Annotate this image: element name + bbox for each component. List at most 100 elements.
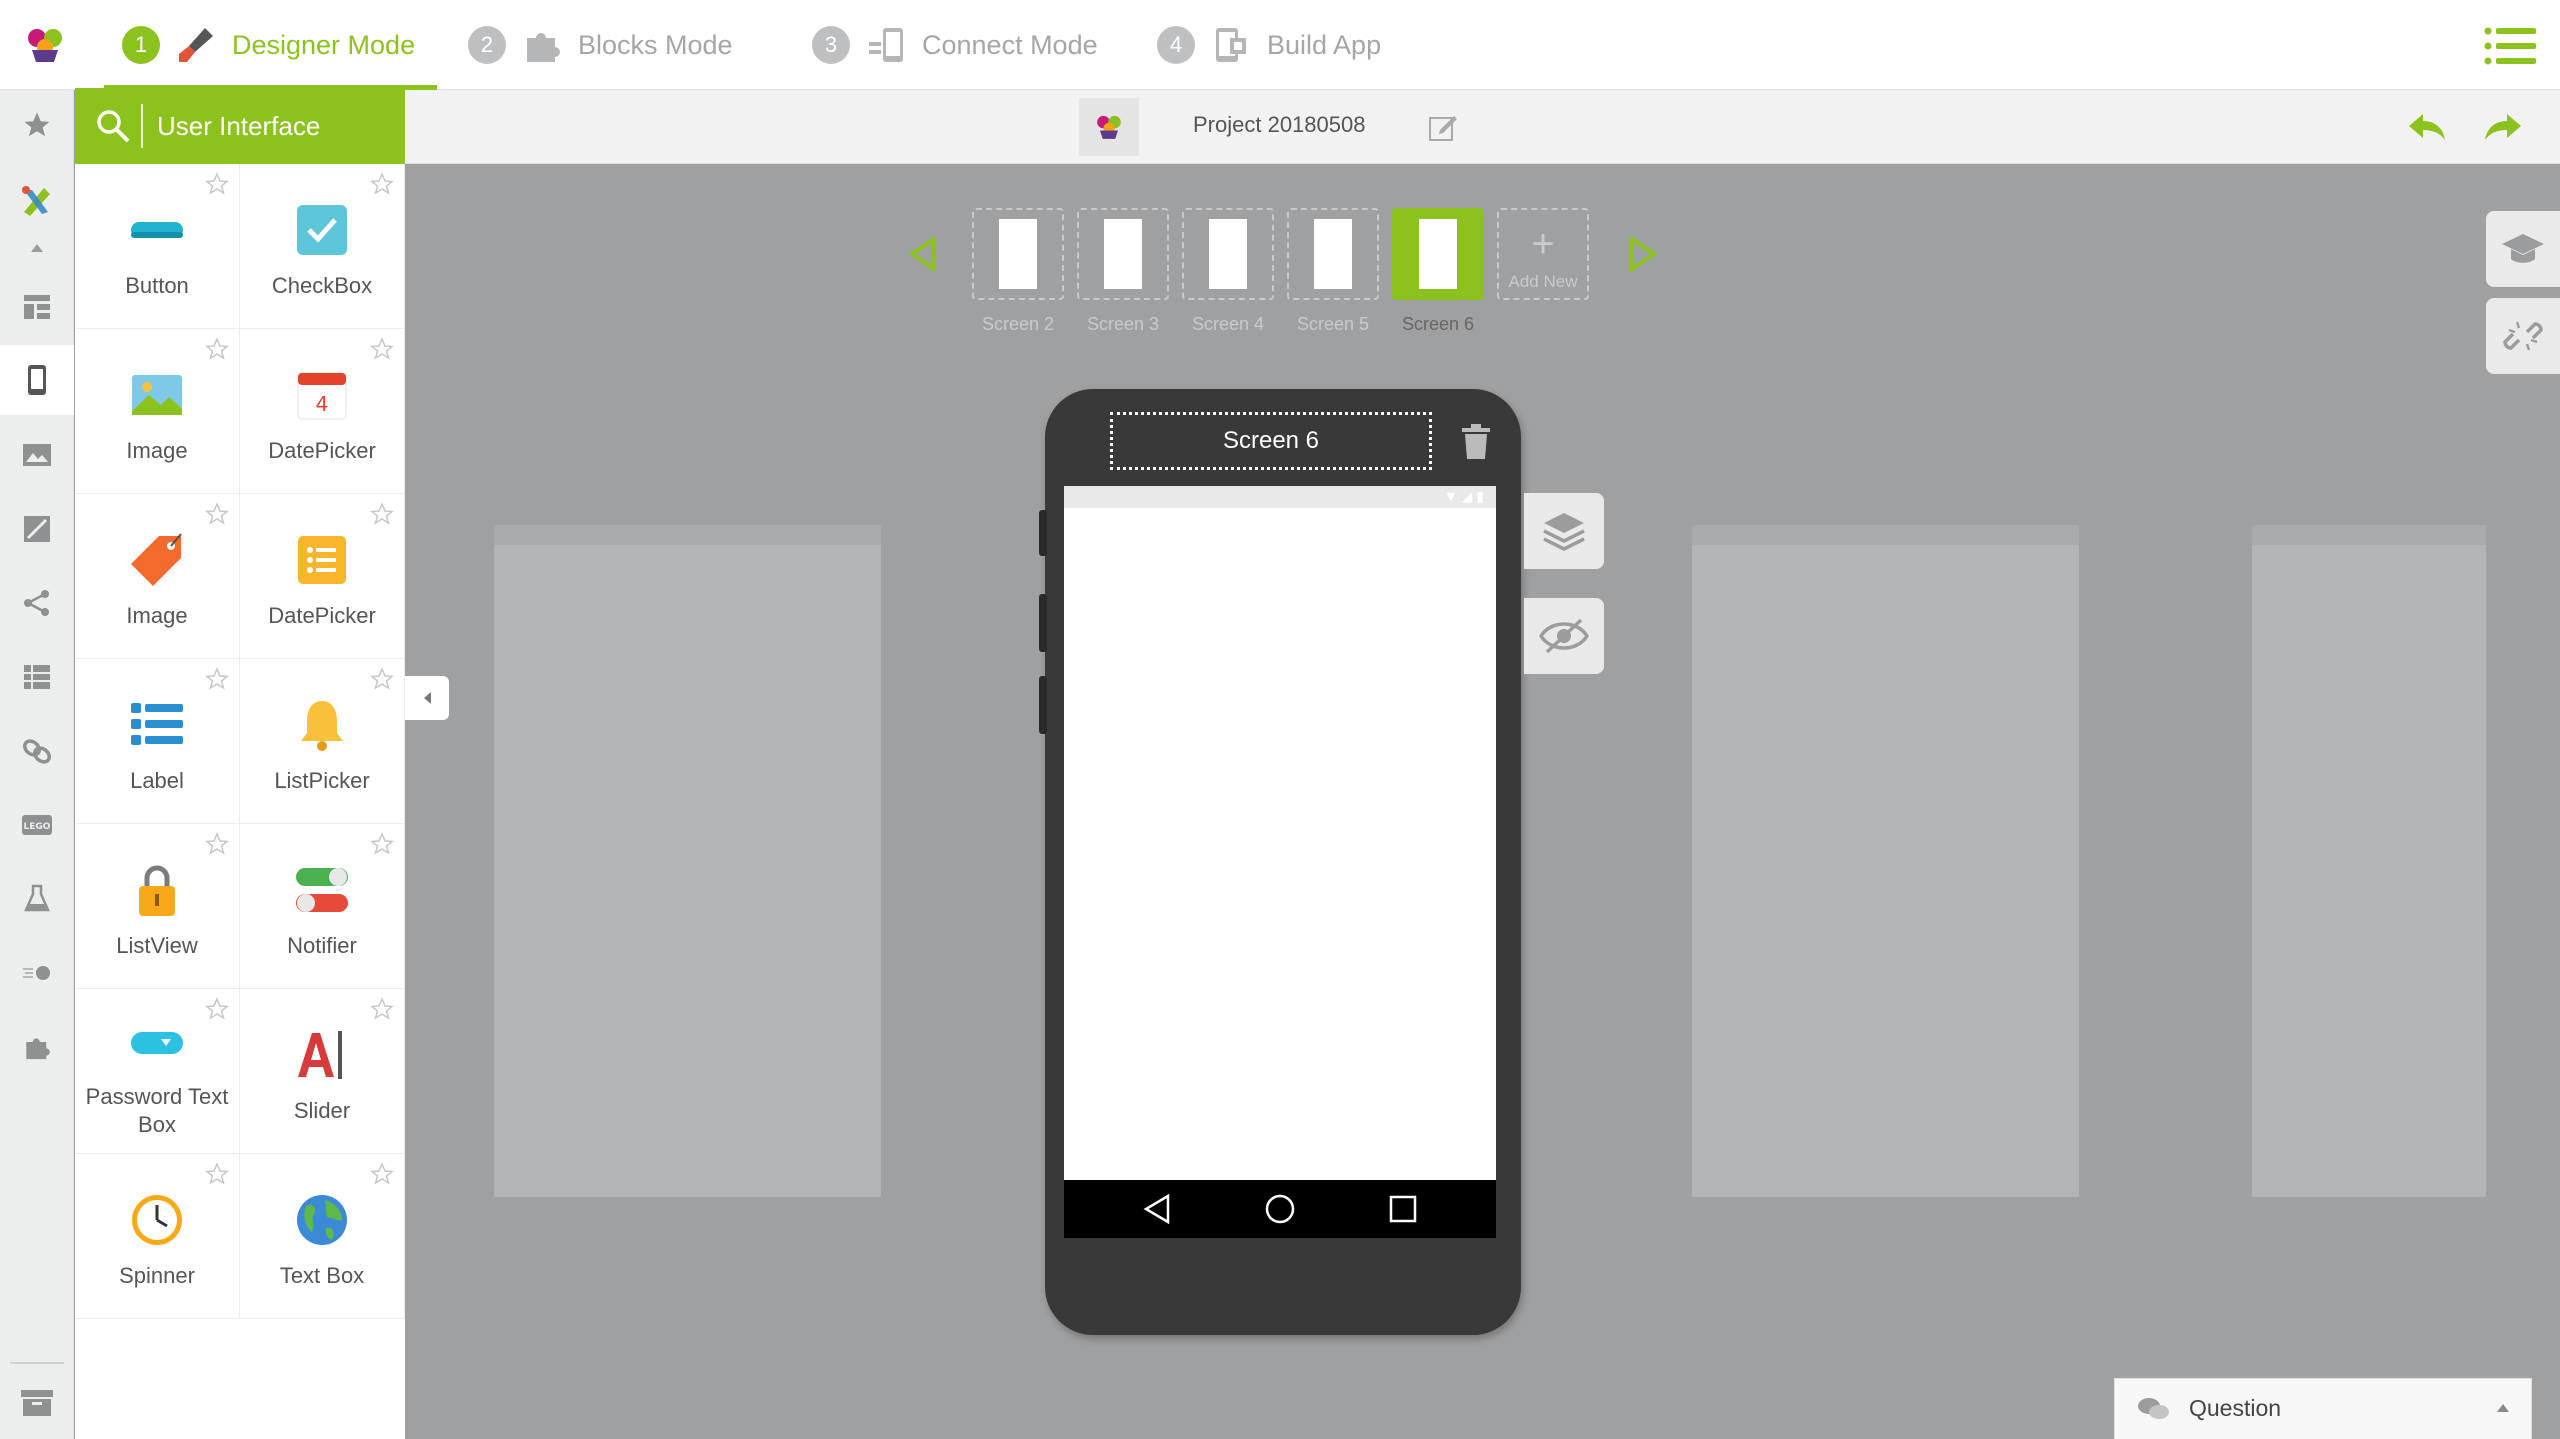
tab-connect-mode[interactable]: 3 Connect Mode [812,0,1098,90]
media-image-icon[interactable] [0,420,74,490]
favorite-star-icon[interactable] [370,337,394,361]
favorite-star-icon[interactable] [205,1162,229,1186]
step-number: 1 [122,26,160,64]
connectivity-link-icon[interactable] [0,716,74,786]
palette-item-label: Notifier [287,933,357,958]
tab-designer-mode[interactable]: 1 Designer Mode [104,0,438,90]
experimental-flask-icon[interactable] [0,864,74,934]
favorite-star-icon[interactable] [205,997,229,1021]
add-new-screen-button[interactable]: + Add New [1497,208,1589,300]
back-triangle-icon[interactable] [1140,1192,1174,1226]
screen-design-canvas[interactable] [1064,508,1496,1180]
favorite-star-icon[interactable] [370,832,394,856]
menu-list-icon[interactable] [2484,26,2536,66]
palette-header: User Interface [75,88,405,164]
adjacent-screen-preview-left[interactable] [494,525,881,1197]
social-share-icon[interactable] [0,568,74,638]
palette-item-button[interactable]: Button [75,164,240,329]
tab-build-app[interactable]: 4 Build App [1157,0,1381,90]
scroll-up-caret-icon[interactable] [0,228,74,268]
app-logo-icon[interactable] [22,22,68,68]
list-note-icon [298,536,346,584]
project-icon[interactable] [1079,98,1139,156]
screen-thumbnail-5[interactable] [1287,208,1379,300]
palette-item-spinner[interactable]: Spinner [75,1154,240,1319]
project-name: Project 20180508 [1193,112,1366,137]
screen-page-preview [999,219,1037,289]
drawing-canvas-icon[interactable] [0,494,74,564]
favorite-star-icon[interactable] [370,502,394,526]
palette-item-listview[interactable]: ListView [75,824,240,989]
palette-item-image-2[interactable]: Image [75,494,240,659]
palette-item-datepicker-2[interactable]: DatePicker [240,494,405,659]
phone-status-bar: ▼ ◢ ▮ [1064,486,1496,508]
archive-box-icon[interactable] [0,1368,74,1438]
graduation-cap-icon [2502,234,2544,263]
button-icon [131,222,183,238]
palette-item-listpicker[interactable]: ListPicker [240,659,405,824]
palette-item-password-text-box[interactable]: Password Text Box [75,989,240,1154]
user-interface-phone-icon[interactable] [0,345,74,415]
phone-side-button [1039,594,1047,652]
caret-up-icon [2497,1404,2509,1412]
layout-icon[interactable] [0,272,74,342]
favorite-star-icon[interactable] [205,337,229,361]
tutorial-button[interactable] [2486,211,2560,287]
palette-item-slider[interactable]: Slider [240,989,405,1154]
next-screen-arrow-icon[interactable] [1628,236,1658,272]
mode-label: Build App [1267,29,1382,60]
screen-thumbnail-3[interactable] [1077,208,1169,300]
toggle-hidden-components-button[interactable] [1524,598,1604,674]
palette-item-notifier[interactable]: Notifier [240,824,405,989]
favorite-star-icon[interactable] [370,667,394,691]
screen-page-preview [1419,219,1457,289]
collapse-palette-button[interactable] [405,676,449,720]
palette-item-label: Spinner [119,1263,195,1288]
favorite-star-icon[interactable] [205,172,229,196]
favorite-star-icon[interactable] [205,502,229,526]
screen-page-preview [1209,219,1247,289]
favorite-star-icon[interactable] [370,172,394,196]
label-icon [131,703,183,745]
adjacent-screen-preview-far-right[interactable] [2252,525,2486,1197]
previous-screen-arrow-icon[interactable] [908,236,938,272]
home-circle-icon[interactable] [1263,1192,1297,1226]
extension-dot-icon[interactable] [0,938,74,1008]
palette-item-text-box[interactable]: Text Box [240,1154,405,1319]
search-icon[interactable] [95,108,131,144]
plus-icon: + [1531,222,1555,266]
palette-item-datepicker[interactable]: 4 DatePicker [240,329,405,494]
storage-icon[interactable] [0,642,74,712]
favorite-star-icon[interactable] [205,667,229,691]
favorite-star-icon[interactable] [370,997,394,1021]
screen-thumbnail-6[interactable] [1392,208,1484,300]
share-link-button[interactable] [2486,298,2560,374]
designer-tools-icon[interactable] [0,166,74,236]
favorite-star-icon[interactable] [370,1162,394,1186]
palette-item-checkbox[interactable]: CheckBox [240,164,405,329]
redo-arrow-icon[interactable] [2483,110,2523,144]
lego-robot-icon[interactable]: LEGO [0,790,74,860]
favorite-star-icon[interactable] [205,832,229,856]
question-panel-toggle[interactable]: Question [2114,1378,2532,1439]
layers-button[interactable] [1524,493,1604,569]
screen-thumbnail-4[interactable] [1182,208,1274,300]
palette-item-image[interactable]: Image [75,329,240,494]
current-screen-name[interactable]: Screen 6 [1110,412,1432,470]
screen-thumbnail-2[interactable] [972,208,1064,300]
adjacent-screen-preview-right[interactable] [1692,525,2079,1197]
preview-status-bar [2252,525,2486,545]
recents-square-icon[interactable] [1386,1192,1420,1226]
palette-item-label[interactable]: Label [75,659,240,824]
extension-puzzle-icon[interactable] [0,1012,74,1082]
mode-label: Designer Mode [232,29,416,60]
palette-item-label: Text Box [279,1263,365,1288]
tab-blocks-mode[interactable]: 2 Blocks Mode [468,0,733,90]
favorites-star-icon[interactable] [0,90,74,160]
undo-arrow-icon[interactable] [2407,110,2447,144]
tag-icon [131,533,182,586]
edit-pencil-icon[interactable] [1428,112,1458,142]
delete-screen-trash-icon[interactable] [1460,424,1492,460]
screen-thumbnail-label: Screen 2 [981,314,1055,334]
dropdown-icon [131,1032,183,1054]
